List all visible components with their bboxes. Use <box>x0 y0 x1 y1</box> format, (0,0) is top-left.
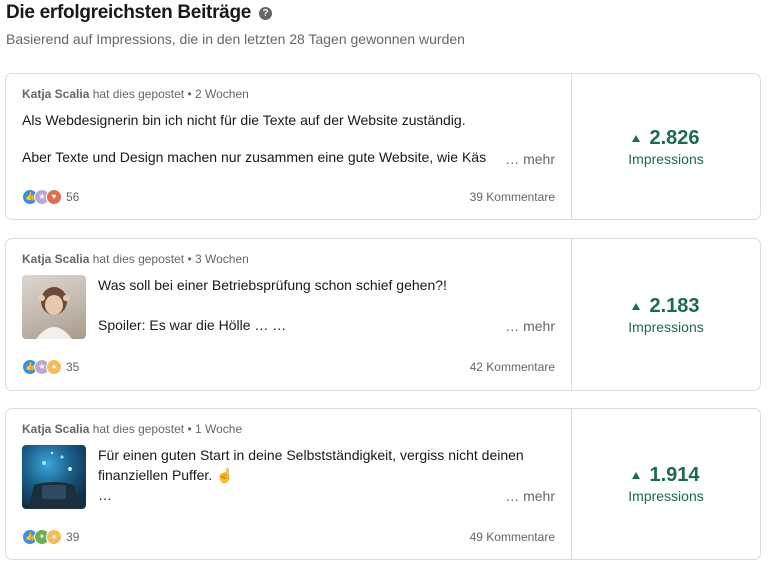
title-row: Die erfolgreichsten Beiträge ? <box>6 0 766 26</box>
impressions-label: Impressions <box>628 488 704 504</box>
comments-link[interactable]: 39 Kommentare <box>470 190 555 204</box>
meta-separator: • <box>187 422 192 436</box>
reactions[interactable]: 👍 ★ ● 35 <box>22 359 79 375</box>
impressions-panel: 1.914 Impressions <box>572 409 760 559</box>
post-meta: Katja Scalia hat dies gepostet • 2 Woche… <box>22 87 249 101</box>
reactions[interactable]: 👍 ✦ ● 39 <box>22 529 79 545</box>
meta-separator: • <box>187 87 192 101</box>
author-name[interactable]: Katja Scalia <box>22 252 89 266</box>
meta-separator: • <box>187 252 192 266</box>
post-text-blank <box>22 130 562 147</box>
author-name[interactable]: Katja Scalia <box>22 87 89 101</box>
impressions-number: 2.183 <box>649 294 700 317</box>
love-icon: ♥ <box>46 189 62 205</box>
impressions-label: Impressions <box>628 318 704 335</box>
post-action: hat dies gepostet <box>92 422 185 436</box>
post-age: 1 Woche <box>195 422 243 436</box>
post-text-blank <box>98 295 558 315</box>
author-name[interactable]: Katja Scalia <box>22 422 89 436</box>
post-content[interactable]: Katja Scalia hat dies gepostet • 3 Woche… <box>6 239 572 390</box>
more-link[interactable]: … mehr <box>505 318 555 334</box>
help-icon[interactable]: ? <box>259 7 273 20</box>
comments-link[interactable]: 49 Kommentare <box>470 530 555 544</box>
post-text[interactable]: Für einen guten Start in deine Selbststä… <box>98 445 558 505</box>
reaction-count: 35 <box>66 360 80 374</box>
post-text[interactable]: Was soll bei einer Betriebsprüfung schon… <box>98 275 558 335</box>
impressions-value: 1.914 <box>632 464 700 487</box>
post-action: hat dies gepostet <box>92 252 185 266</box>
more-link[interactable]: … mehr <box>505 488 555 504</box>
trend-up-icon <box>632 472 641 479</box>
post-text-line: Aber Texte und Design machen nur zusamme… <box>22 149 487 165</box>
insightful-icon: ● <box>46 359 62 375</box>
page-subtitle: Basierend auf Impressions, die in den le… <box>6 31 465 47</box>
post-text-line: Was soll bei einer Betriebsprüfung schon… <box>98 277 447 293</box>
post-age: 3 Wochen <box>195 252 249 266</box>
post-meta: Katja Scalia hat dies gepostet • 3 Woche… <box>22 252 249 266</box>
reactions[interactable]: 👍 ★ ♥ 56 <box>22 189 79 205</box>
post-text-line: Für einen guten Start in deine Selbststä… <box>98 447 524 463</box>
post-text-line: finanziellen Puffer. ☝️ <box>98 467 234 483</box>
post-text-line: Als Webdesignerin bin ich nicht für die … <box>22 112 466 128</box>
insightful-icon: ● <box>46 529 62 545</box>
post-age: 2 Wochen <box>195 87 249 101</box>
post-text-line: … <box>98 487 112 503</box>
impressions-value: 2.826 <box>632 126 700 150</box>
impressions-value: 2.183 <box>632 294 700 318</box>
trend-up-icon <box>632 302 641 310</box>
reaction-count: 39 <box>66 530 80 544</box>
illustration-icon <box>28 451 80 509</box>
post-card[interactable]: Katja Scalia hat dies gepostet • 3 Woche… <box>5 238 761 391</box>
post-action: hat dies gepostet <box>92 87 185 101</box>
reaction-count: 56 <box>66 190 80 204</box>
page-title: Die erfolgreichsten Beiträge <box>6 2 252 23</box>
impressions-label: Impressions <box>628 150 704 167</box>
impressions-panel: 2.826 Impressions <box>572 74 760 219</box>
post-meta: Katja Scalia hat dies gepostet • 1 Woche <box>22 422 242 436</box>
post-content[interactable]: Katja Scalia hat dies gepostet • 1 Woche… <box>6 409 572 559</box>
post-text-line: Spoiler: Es war die Hölle … … <box>98 317 287 333</box>
post-thumbnail[interactable] <box>22 275 86 339</box>
post-content[interactable]: Katja Scalia hat dies gepostet • 2 Woche… <box>6 74 572 219</box>
more-link[interactable]: … mehr <box>505 151 555 167</box>
post-card[interactable]: Katja Scalia hat dies gepostet • 1 Woche… <box>5 408 761 560</box>
post-thumbnail[interactable] <box>22 445 86 509</box>
impressions-number: 1.914 <box>649 464 700 486</box>
impressions-panel: 2.183 Impressions <box>572 239 760 390</box>
trend-up-icon <box>632 134 641 142</box>
header: Die erfolgreichsten Beiträge ? Basierend… <box>6 0 766 47</box>
post-text[interactable]: Als Webdesignerin bin ich nicht für die … <box>22 110 562 167</box>
comments-link[interactable]: 42 Kommentare <box>470 360 555 374</box>
person-photo-icon <box>36 287 72 339</box>
post-card[interactable]: Katja Scalia hat dies gepostet • 2 Woche… <box>5 73 761 220</box>
impressions-number: 2.826 <box>649 126 700 149</box>
